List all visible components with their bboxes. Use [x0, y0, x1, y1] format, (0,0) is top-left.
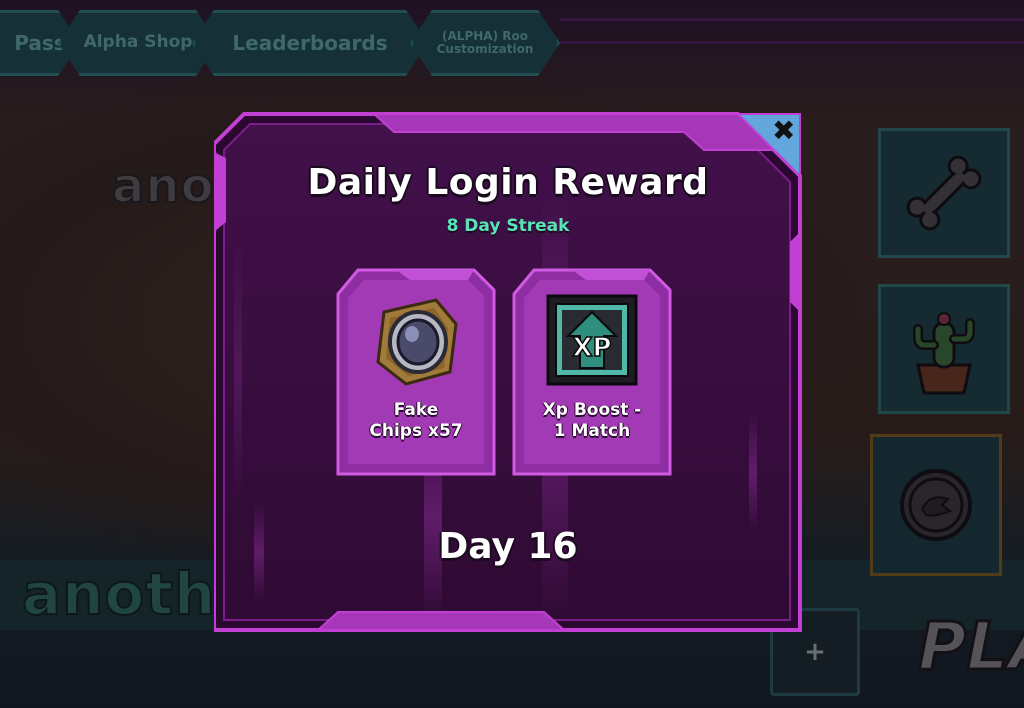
daily-login-modal: ✖ Daily Login Reward 8 Day Streak Fake C…	[214, 112, 802, 632]
reward-label-xp-boost: Xp Boost - 1 Match	[542, 400, 642, 441]
close-icon: ✖	[772, 114, 796, 147]
xp-badge-text: XP	[572, 333, 611, 363]
chip-icon	[376, 298, 458, 386]
streak-label: 8 Day Streak	[446, 216, 570, 236]
day-counter: Day 16	[438, 526, 578, 567]
reward-card-xp-boost: XP Xp Boost - 1 Match	[512, 264, 672, 478]
xp-boost-icon: XP	[546, 294, 638, 386]
reward-card-fake-chips: Fake Chips x57	[336, 264, 496, 478]
modal-title: Daily Login Reward	[307, 162, 709, 203]
reward-label-fake-chips: Fake Chips x57	[369, 400, 463, 441]
